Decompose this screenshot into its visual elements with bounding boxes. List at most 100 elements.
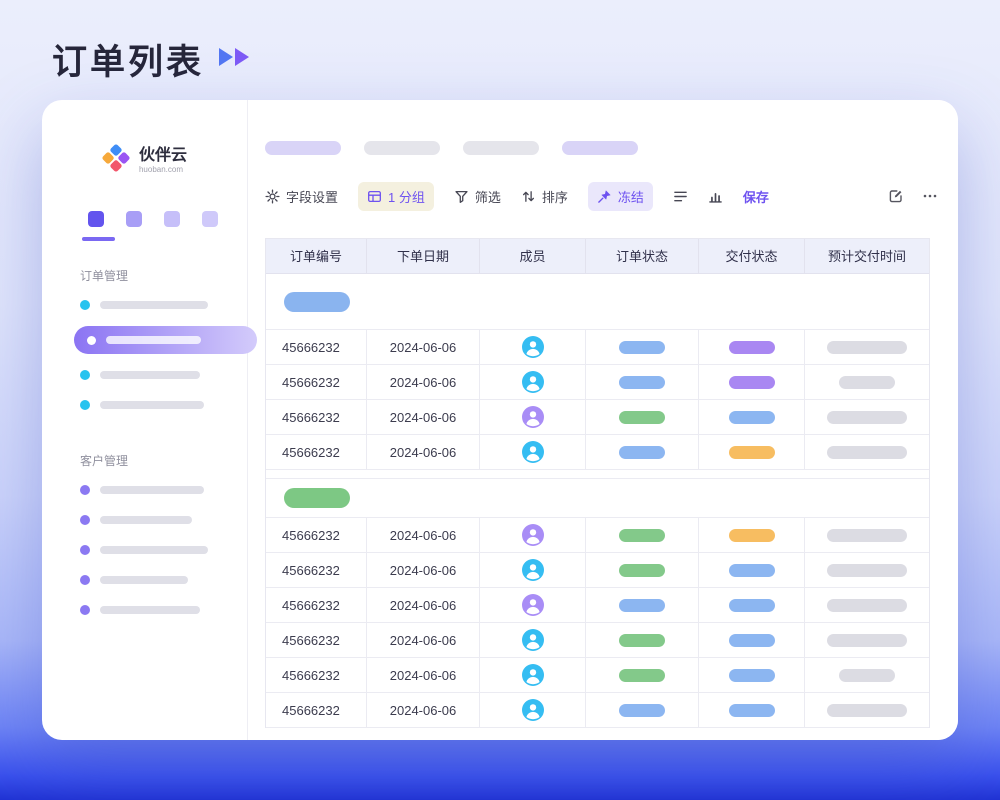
eta-cell[interactable] [805, 400, 929, 435]
member-cell[interactable] [480, 588, 586, 623]
nav-square-3[interactable] [164, 211, 180, 227]
sidebar-item-active[interactable] [74, 326, 257, 354]
table-row[interactable]: 456662322024-06-06 [266, 553, 929, 588]
table-row[interactable]: 456662322024-06-06 [266, 588, 929, 623]
column-header[interactable]: 交付状态 [699, 239, 805, 274]
order-status-cell[interactable] [586, 553, 699, 588]
sidebar-item[interactable] [80, 400, 247, 410]
order-date-cell[interactable]: 2024-06-06 [367, 400, 480, 435]
filter-button[interactable]: 筛选 [454, 187, 501, 206]
order-number-cell[interactable]: 45666232 [266, 553, 367, 588]
order-date-cell[interactable]: 2024-06-06 [367, 365, 480, 400]
nav-square-1[interactable] [88, 211, 104, 227]
order-number-cell[interactable]: 45666232 [266, 365, 367, 400]
group-header-row[interactable] [266, 274, 929, 330]
table-row[interactable]: 456662322024-06-06 [266, 400, 929, 435]
order-number-cell[interactable]: 45666232 [266, 588, 367, 623]
more-button[interactable] [922, 188, 938, 204]
member-cell[interactable] [480, 623, 586, 658]
delivery-status-cell[interactable] [699, 623, 805, 658]
member-cell[interactable] [480, 553, 586, 588]
table-row[interactable]: 456662322024-06-06 [266, 658, 929, 693]
order-date-cell[interactable]: 2024-06-06 [367, 693, 480, 728]
save-button[interactable]: 保存 [743, 187, 769, 206]
eta-cell[interactable] [805, 518, 929, 553]
order-number-cell[interactable]: 45666232 [266, 518, 367, 553]
nav-square-2[interactable] [126, 211, 142, 227]
order-number-cell[interactable]: 45666232 [266, 330, 367, 365]
delivery-status-cell[interactable] [699, 658, 805, 693]
eta-cell[interactable] [805, 658, 929, 693]
field-settings-button[interactable]: 字段设置 [265, 187, 338, 206]
member-cell[interactable] [480, 435, 586, 470]
order-status-cell[interactable] [586, 400, 699, 435]
row-height-button[interactable] [673, 189, 688, 204]
order-status-cell[interactable] [586, 658, 699, 693]
sidebar-item[interactable] [80, 370, 247, 380]
order-date-cell[interactable]: 2024-06-06 [367, 330, 480, 365]
table-row[interactable]: 456662322024-06-06 [266, 435, 929, 470]
order-status-cell[interactable] [586, 588, 699, 623]
order-number-cell[interactable]: 45666232 [266, 435, 367, 470]
order-date-cell[interactable]: 2024-06-06 [367, 553, 480, 588]
delivery-status-cell[interactable] [699, 330, 805, 365]
order-status-cell[interactable] [586, 435, 699, 470]
eta-cell[interactable] [805, 330, 929, 365]
eta-cell[interactable] [805, 693, 929, 728]
group-header-row[interactable] [266, 478, 929, 518]
freeze-button[interactable]: 冻结 [588, 182, 653, 211]
member-cell[interactable] [480, 518, 586, 553]
order-date-cell[interactable]: 2024-06-06 [367, 518, 480, 553]
eta-cell[interactable] [805, 553, 929, 588]
eta-cell[interactable] [805, 435, 929, 470]
order-date-cell[interactable]: 2024-06-06 [367, 658, 480, 693]
member-cell[interactable] [480, 400, 586, 435]
delivery-status-cell[interactable] [699, 588, 805, 623]
group-button[interactable]: 1 分组 [358, 182, 434, 211]
eta-cell[interactable] [805, 588, 929, 623]
order-status-cell[interactable] [586, 693, 699, 728]
order-date-cell[interactable]: 2024-06-06 [367, 623, 480, 658]
column-header[interactable]: 订单状态 [586, 239, 699, 274]
member-cell[interactable] [480, 330, 586, 365]
sidebar-item[interactable] [80, 545, 247, 555]
delivery-status-cell[interactable] [699, 435, 805, 470]
sidebar-item[interactable] [80, 300, 247, 310]
column-header[interactable]: 预计交付时间 [805, 239, 929, 274]
order-status-cell[interactable] [586, 623, 699, 658]
order-status-cell[interactable] [586, 518, 699, 553]
delivery-status-cell[interactable] [699, 553, 805, 588]
order-date-cell[interactable]: 2024-06-06 [367, 435, 480, 470]
chart-button[interactable] [708, 189, 723, 204]
nav-square-4[interactable] [202, 211, 218, 227]
table-row[interactable]: 456662322024-06-06 [266, 623, 929, 658]
table-row[interactable]: 456662322024-06-06 [266, 693, 929, 728]
edit-icon[interactable] [888, 188, 904, 204]
delivery-status-cell[interactable] [699, 518, 805, 553]
column-header[interactable]: 订单编号 [266, 239, 367, 274]
table-row[interactable]: 456662322024-06-06 [266, 518, 929, 553]
order-number-cell[interactable]: 45666232 [266, 400, 367, 435]
sort-button[interactable]: 排序 [521, 187, 568, 206]
order-date-cell[interactable]: 2024-06-06 [367, 588, 480, 623]
order-number-cell[interactable]: 45666232 [266, 693, 367, 728]
eta-cell[interactable] [805, 365, 929, 400]
member-cell[interactable] [480, 693, 586, 728]
eta-cell[interactable] [805, 623, 929, 658]
table-row[interactable]: 456662322024-06-06 [266, 330, 929, 365]
sidebar-item[interactable] [80, 485, 247, 495]
order-status-cell[interactable] [586, 365, 699, 400]
sidebar-item[interactable] [80, 515, 247, 525]
sidebar-item[interactable] [80, 605, 247, 615]
table-row[interactable]: 456662322024-06-06 [266, 365, 929, 400]
sidebar-item[interactable] [80, 575, 247, 585]
column-header[interactable]: 成员 [480, 239, 586, 274]
delivery-status-cell[interactable] [699, 400, 805, 435]
column-header[interactable]: 下单日期 [367, 239, 480, 274]
order-number-cell[interactable]: 45666232 [266, 623, 367, 658]
member-cell[interactable] [480, 365, 586, 400]
order-number-cell[interactable]: 45666232 [266, 658, 367, 693]
delivery-status-cell[interactable] [699, 365, 805, 400]
delivery-status-cell[interactable] [699, 693, 805, 728]
member-cell[interactable] [480, 658, 586, 693]
